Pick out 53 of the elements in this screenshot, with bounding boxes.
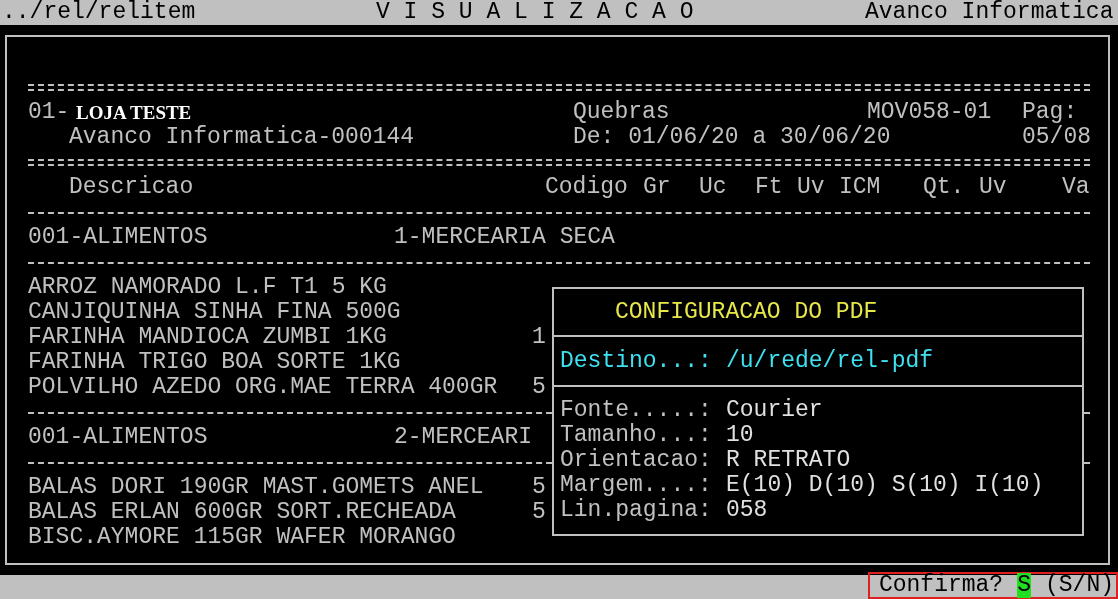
field-value: R RETRATO [726,447,851,473]
item-value: 1 [532,324,546,350]
page-label: Pag: [1022,99,1078,125]
field-label: Fonte.....: [560,397,712,423]
column-header: ICM [839,174,881,200]
column-header: Gr [643,174,671,200]
company-line: Avanco Informatica-000144 [69,124,415,150]
prompt-question: Confirma? [878,573,1004,598]
item-description: POLVILHO AZEDO ORG.MAE TERRA 400GR [28,374,498,400]
field-label: Margem....: [560,472,712,498]
report-title: Quebras [573,99,670,125]
item-description: ARROZ NAMORADO L.F T1 5 KG [28,274,387,300]
item-description: FARINHA TRIGO BOA SORTE 1KG [28,349,401,375]
field-label: Tamanho...: [560,422,712,448]
column-header: Ft [755,174,783,200]
page-number: 05/08 [1022,124,1091,150]
department-label: 001-ALIMENTOS [28,224,208,250]
column-header: Descricao [69,174,194,200]
report-code: MOV058-01 [867,99,992,125]
field-value: E(10) D(10) S(10) I(10) [726,472,1044,498]
screen-title: V I S U A L I Z A C A O [376,0,694,25]
field-label: Lin.pagina: [560,497,712,523]
item-description: BALAS ERLAN 600GR SORT.RECHEADA [28,499,456,525]
section-label: 2-MERCEARI [394,424,533,450]
field-label: Orientacao: [560,447,712,473]
column-header: Uc [699,174,727,200]
field-value: Courier [726,397,823,423]
item-description: BALAS DORI 190GR MAST.GOMETS ANEL [28,474,484,500]
field-value: 10 [726,422,754,448]
column-header: Uv [979,174,1007,200]
column-header: Uv [797,174,825,200]
item-value: 5 [532,474,546,500]
item-value: 5 [532,374,546,400]
column-header: Codigo [545,174,628,200]
company-name: Avanco Informatica [865,0,1114,25]
item-description: BISC.AYMORE 115GR WAFER MORANGO [28,524,456,550]
store-name: LOJA TESTE [76,101,192,123]
dialog-title: CONFIGURACAO DO PDF [615,299,878,325]
department-label: 001-ALIMENTOS [28,424,208,450]
field-label: Destino...: [560,347,712,374]
field-value: 058 [726,497,768,523]
item-value: 5 [532,499,546,525]
store-code: 01- [28,99,70,125]
answer-field[interactable]: S [1017,573,1031,598]
column-header: Va [1062,174,1090,200]
field-value: /u/rede/rel-pdf [726,347,934,374]
item-description: CANJIQUINHA SINHA FINA 500G [28,299,401,325]
item-description: FARINHA MANDIOCA ZUMBI 1KG [28,324,387,350]
section-label: 1-MERCEARIA SECA [394,224,615,250]
prompt-options: (S/N) [1045,573,1114,598]
file-path: ../rel/relitem [2,0,196,25]
report-period: De: 01/06/20 a 30/06/20 [573,124,891,150]
column-header: Qt. [923,174,965,200]
